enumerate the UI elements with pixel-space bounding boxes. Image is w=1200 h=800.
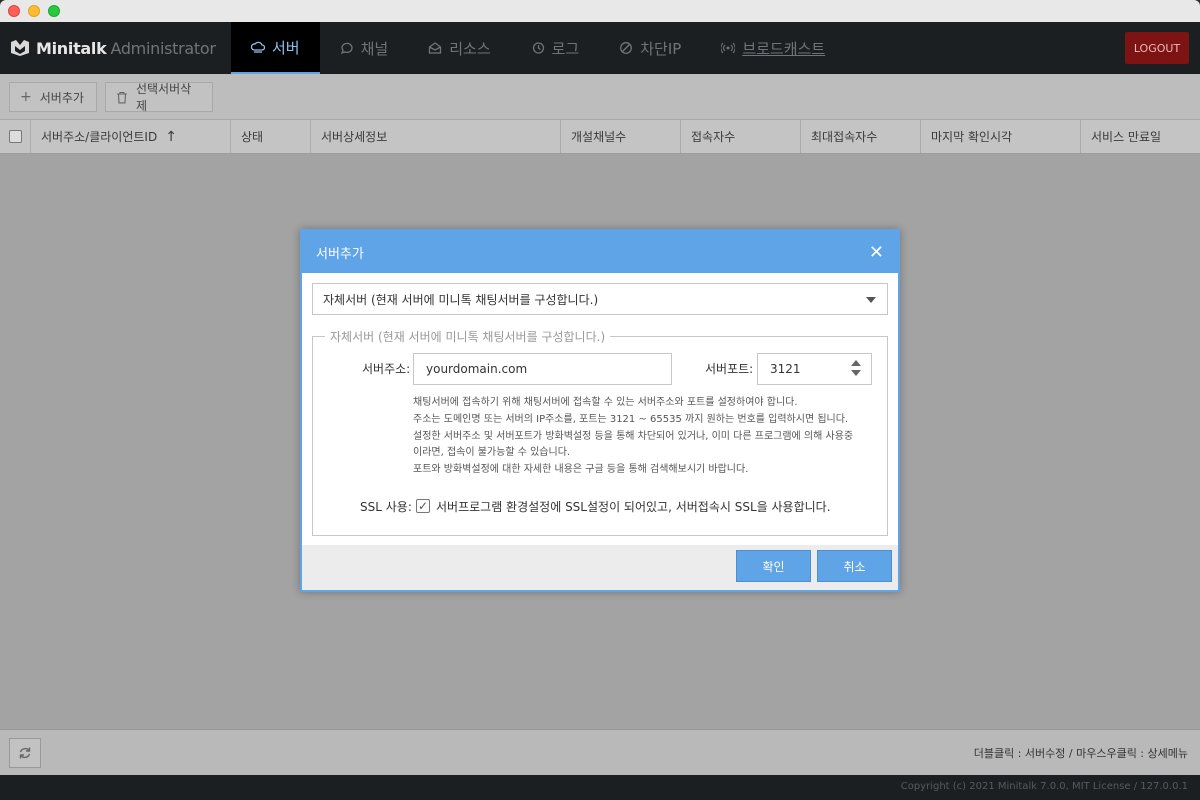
server-address-input[interactable]: yourdomain.com <box>413 353 672 385</box>
select-all-checkbox[interactable] <box>9 130 22 143</box>
column-last-check[interactable]: 마지막 확인시각 <box>921 120 1081 153</box>
chevron-down-icon <box>866 297 876 303</box>
tab-server-label: 서버 <box>272 38 300 57</box>
minitalk-logo-icon <box>11 40 29 56</box>
add-server-button[interactable]: + 서버추가 <box>9 82 97 112</box>
refresh-icon <box>19 747 31 759</box>
main-nav: 서버 채널 리소스 로그 차단IP 브로드캐스트 <box>231 22 845 74</box>
help-line: 채팅서버에 접속하기 위해 채팅서버에 접속할 수 있는 서버주소와 포트를 설… <box>413 397 798 408</box>
column-channels[interactable]: 개설채널수 <box>561 120 681 153</box>
ssl-label: SSL 사용: <box>360 500 412 514</box>
column-max-users[interactable]: 최대접속자수 <box>801 120 921 153</box>
server-type-select[interactable]: 자체서버 (현재 서버에 미니톡 채팅서버를 구성합니다.) <box>312 283 888 315</box>
ban-icon <box>620 42 633 54</box>
column-address[interactable]: 서버주소/클라이언트ID ↑ <box>31 120 231 153</box>
box-icon <box>429 42 442 54</box>
help-line: 이라면, 접속이 불가능할 수 있습니다. <box>413 447 571 459</box>
grid-footer: 더블클릭 : 서버수정 / 마우스우클릭 : 상세메뉴 <box>0 729 1200 775</box>
tab-broadcast-label: 브로드캐스트 <box>742 39 826 58</box>
port-label: 서버포트: <box>705 362 754 376</box>
tab-resource[interactable]: 리소스 <box>408 22 510 74</box>
tab-server[interactable]: 서버 <box>231 22 320 74</box>
brand-suffix: Administrator <box>110 38 216 58</box>
column-channels-label: 개설채널수 <box>571 130 627 144</box>
tab-log[interactable]: 로그 <box>511 22 600 74</box>
column-expire-label: 서비스 만료일 <box>1091 130 1162 144</box>
server-grid-header: 서버주소/클라이언트ID ↑ 상태 서버상세정보 개설채널수 접속자수 최대접속… <box>0 120 1200 154</box>
dialog-header: 서버추가 ✕ <box>302 231 898 273</box>
server-port-value: 3121 <box>770 362 801 376</box>
minimize-window-button[interactable] <box>28 5 40 17</box>
logout-button[interactable]: LOGOUT <box>1125 32 1189 64</box>
column-status-label: 상태 <box>241 130 264 144</box>
column-max-users-label: 최대접속자수 <box>811 130 878 144</box>
toolbar: + 서버추가 선택서버삭제 <box>0 74 1200 120</box>
column-last-check-label: 마지막 확인시각 <box>931 130 1013 144</box>
app-header: Minitalk Administrator 서버 채널 리소스 로그 차단IP… <box>0 22 1200 74</box>
cancel-button[interactable]: 취소 <box>817 550 892 582</box>
ssl-checkbox[interactable]: ✓ <box>416 499 430 513</box>
close-icon[interactable]: ✕ <box>869 242 884 263</box>
close-window-button[interactable] <box>8 5 20 17</box>
server-port-stepper[interactable]: 3121 <box>757 353 872 385</box>
tab-blocked-ip-label: 차단IP <box>640 39 682 58</box>
help-text: 채팅서버에 접속하기 위해 채팅서버에 접속할 수 있는 서버주소와 포트를 설… <box>413 395 883 479</box>
server-settings-fieldset: 자체서버 (현재 서버에 미니톡 채팅서버를 구성합니다.) 서버주소: you… <box>312 328 888 536</box>
history-icon <box>532 42 544 54</box>
trash-icon <box>116 91 127 104</box>
help-line: 주소는 도메인명 또는 서버의 IP주소를, 포트는 3121 ~ 65535 … <box>413 413 849 425</box>
dialog-title: 서버추가 <box>316 246 364 262</box>
help-line: 설정한 서버주소 및 서버포트가 방화벽설정 등을 통해 차단되어 있거나, 이… <box>413 430 854 442</box>
tab-blocked-ip[interactable]: 차단IP <box>599 22 701 74</box>
fieldset-legend: 자체서버 (현재 서버에 미니톡 채팅서버를 구성합니다.) <box>325 328 611 345</box>
broadcast-icon <box>721 42 736 54</box>
usage-hint: 더블클릭 : 서버수정 / 마우스우클릭 : 상세메뉴 <box>973 747 1188 760</box>
column-users[interactable]: 접속자수 <box>681 120 801 153</box>
column-expire[interactable]: 서비스 만료일 <box>1081 120 1200 153</box>
chat-icon <box>340 42 353 55</box>
column-users-label: 접속자수 <box>691 130 736 144</box>
ssl-description: 서버프로그램 환경설정에 SSL설정이 되어있고, 서버접속시 SSL을 사용합… <box>436 500 831 514</box>
stepper-arrows-icon[interactable] <box>851 360 861 376</box>
column-detail[interactable]: 서버상세정보 <box>311 120 561 153</box>
copyright-text: Copyright (c) 2021 Minitalk 7.0.0, MIT L… <box>900 781 1188 792</box>
plus-icon: + <box>20 89 32 105</box>
tab-broadcast[interactable]: 브로드캐스트 <box>701 22 845 74</box>
tab-channel-label: 채널 <box>360 39 389 58</box>
select-all-cell <box>0 120 31 153</box>
zoom-window-button[interactable] <box>48 5 60 17</box>
dialog-footer: 확인 취소 <box>302 545 898 590</box>
column-detail-label: 서버상세정보 <box>321 130 388 144</box>
refresh-button[interactable] <box>9 738 41 768</box>
server-address-value: yourdomain.com <box>426 362 528 376</box>
tab-log-label: 로그 <box>551 39 580 58</box>
delete-selected-label: 선택서버삭제 <box>135 82 192 113</box>
copyright-bar: Copyright (c) 2021 Minitalk 7.0.0, MIT L… <box>0 775 1200 800</box>
confirm-button[interactable]: 확인 <box>736 550 811 582</box>
help-line: 포트와 방화벽설정에 대한 자세한 내용은 구글 등을 통해 검색해보시기 바랍… <box>413 464 749 476</box>
server-type-value: 자체서버 (현재 서버에 미니톡 채팅서버를 구성합니다.) <box>323 292 599 307</box>
window-titlebar <box>0 0 1200 22</box>
address-label: 서버주소: <box>362 362 411 376</box>
tab-resource-label: 리소스 <box>449 39 491 58</box>
sort-asc-icon: ↑ <box>165 128 177 145</box>
brand: Minitalk Administrator <box>10 38 216 58</box>
add-server-dialog: 서버추가 ✕ 자체서버 (현재 서버에 미니톡 채팅서버를 구성합니다.) 자체… <box>300 229 900 592</box>
brand-name: Minitalk <box>36 38 107 58</box>
delete-selected-button[interactable]: 선택서버삭제 <box>105 82 213 113</box>
column-status[interactable]: 상태 <box>231 120 311 153</box>
column-address-label: 서버주소/클라이언트ID <box>41 130 158 144</box>
add-server-label: 서버추가 <box>39 90 84 105</box>
check-icon: ✓ <box>417 499 429 513</box>
cloud-icon <box>251 41 265 53</box>
tab-channel[interactable]: 채널 <box>320 22 409 74</box>
